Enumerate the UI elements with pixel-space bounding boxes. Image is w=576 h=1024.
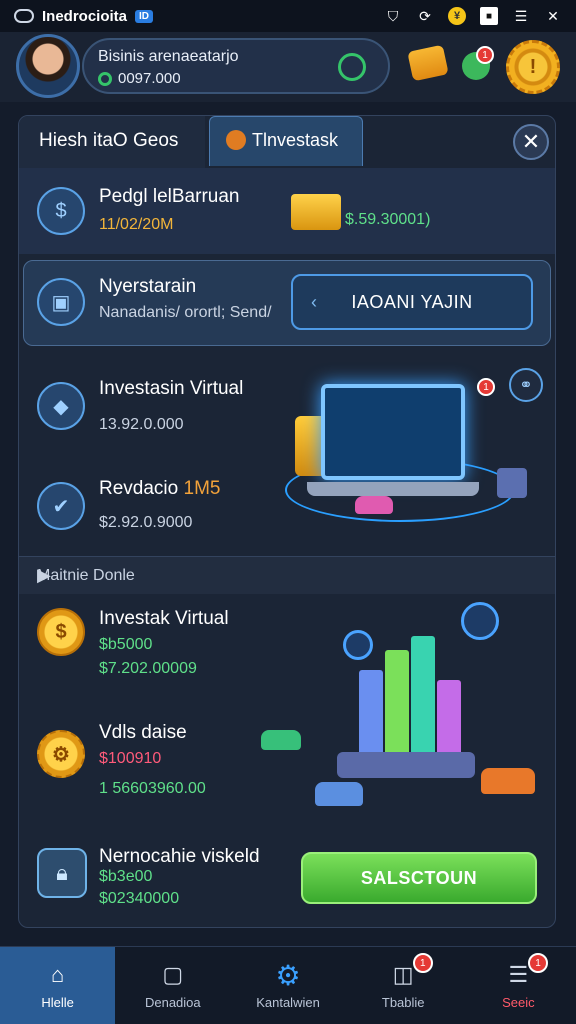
tab-home[interactable]: Hiesh itaO Geos (19, 116, 205, 168)
nav-label: Kantalwien (256, 995, 320, 1010)
card-title: Investak Virtual (99, 608, 229, 629)
nav-label: Hlelle (41, 995, 74, 1010)
row-subtitle: 11/02/20M (99, 216, 174, 233)
car-icon (261, 730, 301, 750)
gold-bars-icon (291, 194, 341, 230)
action-button[interactable]: ‹ IAOANI YAJIN (291, 274, 533, 330)
close-button[interactable]: ✕ (513, 124, 549, 160)
nav-item-settings[interactable]: ⚙ Kantalwien (230, 947, 345, 1024)
chevron-left-icon: ‹ (311, 291, 318, 312)
car-icon (355, 496, 393, 514)
row-subtitle: $2.92.0.9000 (99, 514, 193, 531)
avatar[interactable] (16, 34, 80, 98)
ticket-icon[interactable] (407, 44, 449, 82)
row-amount: $.59.30001) (345, 211, 431, 228)
dollar-icon: $ (37, 187, 85, 235)
sync-icon: ⟳ (419, 7, 431, 24)
tab-bar: Hiesh itaO Geos Tlnvestask ✕ (19, 116, 555, 168)
cube-green-icon: ◆ (37, 382, 85, 430)
box-icon: ■ (480, 7, 498, 25)
laptop-screen (321, 384, 465, 480)
city-illustration (255, 602, 555, 820)
row-title: Pedgl lelBarruan (99, 186, 240, 207)
close-icon[interactable]: ✕ (544, 7, 562, 25)
card-value: $02340000 (99, 890, 180, 907)
app-logo-icon (14, 9, 34, 23)
notification-badge: 1 (477, 378, 495, 396)
server-box-icon (497, 468, 527, 498)
profile-header: Bisinis arenaeatarjo 0097.000 1 ! (0, 32, 576, 102)
check-icon: ✔ (37, 482, 85, 530)
bubble-icon (343, 630, 373, 660)
platform (337, 752, 475, 778)
nav-label: Seeic (502, 995, 535, 1010)
invest-tab-icon (226, 130, 246, 150)
car-icon (481, 768, 535, 794)
lock-icon: 🔒︎ (37, 848, 87, 898)
cube-icon: ▣ (37, 278, 85, 326)
tower (437, 680, 461, 760)
nav-item-home[interactable]: ⌂ Hlelle (0, 947, 116, 1024)
status-bar: Inedrocioita ID ⛉ ⟳ ¥ ■ ☰ ✕ (0, 0, 576, 32)
tower (359, 670, 383, 760)
notification-badge: 1 (412, 953, 433, 973)
tab-invest[interactable]: Tlnvestask (209, 116, 363, 166)
laptop-base (307, 482, 479, 496)
profile-balance-value: 0097.000 (118, 70, 181, 87)
card-value: $7.202.00009 (99, 660, 197, 677)
shield-icon: ⛉ (387, 7, 399, 24)
profile-pill[interactable]: Bisinis arenaeatarjo 0097.000 (82, 38, 390, 94)
card-title: Nernocahie viskeld (99, 846, 260, 867)
section-header[interactable]: Maitnie Donle ▶ (19, 556, 555, 594)
link-icon[interactable]: ⚭ (509, 368, 543, 402)
profile-balance: 0097.000 (98, 70, 181, 87)
notification-badge: 1 (528, 953, 549, 973)
profile-name: Bisinis arenaeatarjo (98, 48, 239, 65)
card-value: $100910 (99, 750, 162, 767)
row-subtitle: 13.92.0.000 (99, 416, 184, 433)
row-title-accent: 1M5 (183, 478, 221, 499)
nav-item-tables[interactable]: ◫ Tbablie 1 (346, 947, 461, 1024)
card-title: Vdls daise (99, 722, 187, 743)
chevron-right-icon: ▶ (37, 565, 51, 585)
document-icon: ▢ (162, 962, 184, 987)
nav-item-service[interactable]: ☰ Seeic 1 (461, 947, 576, 1024)
tower (385, 650, 409, 760)
nav-label: Tbablie (381, 995, 425, 1010)
car-icon (315, 782, 363, 806)
row-title: Revdacio 1M5 (99, 478, 220, 500)
balance-icon (98, 71, 112, 86)
person-icon[interactable] (338, 53, 366, 81)
action-button-label: IAOANI YAJIN (351, 291, 473, 312)
nav-label: Denadioa (144, 995, 201, 1010)
app-badge: ID (135, 9, 154, 23)
card-value: $b5000 (99, 636, 153, 653)
row-title-text: Revdacio (99, 478, 179, 499)
bottom-nav: ⌂ Hlelle ▢ Denadioa ⚙ Kantalwien ◫ Tbabl… (0, 946, 576, 1024)
coin-icon: ¥ (448, 7, 466, 25)
tower (411, 636, 435, 760)
home-icon: ⌂ (50, 962, 65, 987)
menu-icon[interactable]: ☰ (512, 7, 530, 25)
tab-invest-label: Tlnvestask (252, 130, 339, 150)
main-panel: Hiesh itaO Geos Tlnvestask ✕ $ Pedgl lel… (18, 115, 556, 928)
row-title: Nyerstarain (99, 276, 197, 297)
card-value: $b3e00 (99, 868, 153, 885)
row-title: Investasin Virtual (99, 378, 244, 399)
list-item[interactable]: $ Pedgl lelBarruan 11/02/20M $.59.30001) (19, 168, 555, 254)
gear-icon: ⚙ (275, 959, 301, 991)
app-name: Inedrocioita (42, 7, 128, 25)
dollar-coin-icon: $ (37, 608, 85, 656)
gear-coin-icon: ⚙ (37, 730, 85, 778)
row-subtitle: Nanadanis/ orortl; Send/ (99, 304, 272, 321)
cta-button[interactable]: SALSCTOUN (301, 852, 537, 904)
list-item: ▣ Nyerstarain Nanadanis/ orortl; Send/ ‹… (19, 260, 555, 346)
notification-badge: 1 (476, 46, 494, 64)
card-value: 1 56603960.00 (99, 780, 206, 797)
bubble-icon (461, 602, 499, 640)
settings-gear-icon[interactable]: ! (506, 40, 560, 94)
nav-item-documents[interactable]: ▢ Denadioa (115, 947, 230, 1024)
